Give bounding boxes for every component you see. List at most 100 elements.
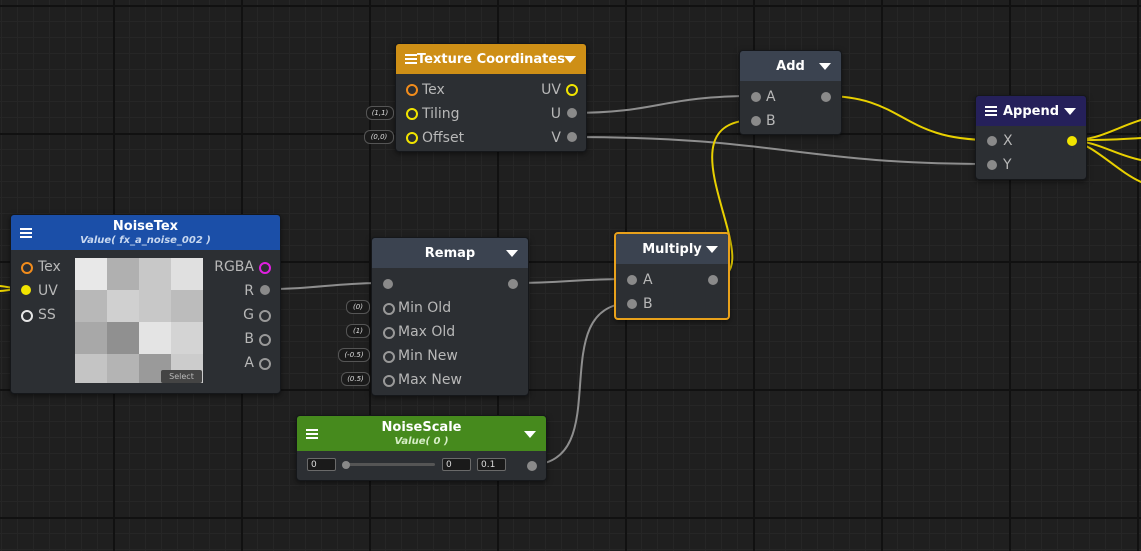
port-b[interactable] bbox=[751, 116, 761, 126]
port-label: UV bbox=[38, 283, 58, 299]
port-label: G bbox=[243, 307, 254, 323]
min-new-value-pill[interactable]: (-0.5) bbox=[338, 348, 370, 362]
port-label: V bbox=[551, 130, 561, 146]
preview-cell bbox=[171, 258, 203, 290]
port-label: Min New bbox=[398, 348, 458, 364]
value-field[interactable]: 0 bbox=[307, 458, 336, 471]
min-old-value-pill[interactable]: (0) bbox=[346, 300, 370, 314]
node-append[interactable]: Append X Y bbox=[975, 95, 1087, 180]
slider-handle[interactable] bbox=[342, 461, 350, 469]
chevron-down-icon[interactable] bbox=[819, 63, 831, 70]
port-label: Min Old bbox=[398, 300, 452, 316]
port-ss[interactable] bbox=[21, 310, 33, 322]
port-b-out[interactable] bbox=[259, 334, 271, 346]
port-offset[interactable] bbox=[406, 132, 418, 144]
port-a-out[interactable] bbox=[259, 358, 271, 370]
port-g-out[interactable] bbox=[259, 310, 271, 322]
port-label: SS bbox=[38, 307, 56, 323]
offset-value-pill[interactable]: (0,0) bbox=[364, 130, 394, 144]
chevron-down-icon[interactable] bbox=[506, 250, 518, 257]
port-b[interactable] bbox=[627, 299, 637, 309]
chevron-down-icon[interactable] bbox=[564, 56, 576, 63]
select-button[interactable]: Select bbox=[161, 370, 202, 383]
preview-cell bbox=[75, 322, 107, 354]
preview-cell bbox=[171, 322, 203, 354]
node-title: Texture Coordinates bbox=[417, 51, 565, 67]
port-label: Tex bbox=[422, 82, 445, 98]
port-out[interactable] bbox=[527, 461, 537, 471]
port-label: Offset bbox=[422, 130, 465, 146]
preview-cell bbox=[171, 290, 203, 322]
preview-cell bbox=[139, 258, 171, 290]
port-min-old[interactable] bbox=[383, 303, 395, 315]
node-add[interactable]: Add A B bbox=[739, 50, 842, 135]
chevron-down-icon[interactable] bbox=[706, 246, 718, 253]
max-new-value-pill[interactable]: (0.5) bbox=[341, 372, 370, 386]
node-header[interactable]: Add bbox=[740, 51, 841, 81]
port-label: Y bbox=[1003, 157, 1012, 173]
port-value-in[interactable] bbox=[383, 279, 393, 289]
preview-cell bbox=[139, 290, 171, 322]
port-r-out[interactable] bbox=[260, 285, 270, 295]
port-y[interactable] bbox=[987, 160, 997, 170]
port-u-out[interactable] bbox=[567, 108, 577, 118]
node-noisescale[interactable]: NoiseScale Value( 0 ) 0 0 0.1 bbox=[296, 415, 547, 481]
node-header[interactable]: Multiply bbox=[616, 234, 728, 264]
port-label: U bbox=[550, 106, 561, 122]
preview-cell bbox=[139, 322, 171, 354]
slider-track[interactable] bbox=[343, 463, 435, 466]
port-out[interactable] bbox=[821, 92, 831, 102]
port-out[interactable] bbox=[708, 275, 718, 285]
port-a[interactable] bbox=[751, 92, 761, 102]
port-out[interactable] bbox=[1067, 136, 1077, 146]
max-old-value-pill[interactable]: (1) bbox=[346, 324, 370, 338]
max-field[interactable]: 0.1 bbox=[477, 458, 506, 471]
node-header[interactable]: Texture Coordinates bbox=[396, 44, 586, 74]
node-header[interactable]: Append bbox=[976, 96, 1086, 126]
menu-icon[interactable] bbox=[20, 227, 32, 238]
port-label: B bbox=[244, 331, 254, 347]
preview-cell bbox=[107, 258, 139, 290]
node-subtitle: Value( 0 ) bbox=[394, 436, 449, 447]
port-tex[interactable] bbox=[406, 84, 418, 96]
min-field[interactable]: 0 bbox=[442, 458, 471, 471]
preview-cell bbox=[107, 354, 139, 383]
texture-preview[interactable] bbox=[75, 258, 203, 383]
node-noisetex[interactable]: NoiseTex Value( fx_a_noise_002 ) Tex UV … bbox=[10, 214, 281, 394]
preview-cell bbox=[75, 258, 107, 290]
port-label: A bbox=[244, 355, 254, 371]
menu-icon[interactable] bbox=[306, 428, 318, 439]
port-a[interactable] bbox=[627, 275, 637, 285]
port-max-old[interactable] bbox=[383, 327, 395, 339]
port-label: B bbox=[643, 296, 653, 312]
wire-r-to-remap bbox=[262, 282, 389, 290]
node-header[interactable]: Remap bbox=[372, 238, 528, 268]
port-label: Max Old bbox=[398, 324, 456, 340]
node-multiply[interactable]: Multiply A B bbox=[614, 232, 730, 320]
port-rgba-out[interactable] bbox=[259, 262, 271, 274]
port-uv-out[interactable] bbox=[566, 84, 578, 96]
port-label: A bbox=[643, 272, 653, 288]
port-out[interactable] bbox=[508, 279, 518, 289]
wire-add-to-append-x bbox=[824, 95, 991, 141]
port-label: Tex bbox=[38, 259, 61, 275]
port-max-new[interactable] bbox=[383, 375, 395, 387]
chevron-down-icon[interactable] bbox=[524, 430, 536, 438]
port-label: R bbox=[244, 283, 254, 299]
node-texture-coordinates[interactable]: Texture Coordinates Tex Tiling Offset UV… bbox=[395, 43, 587, 152]
port-x[interactable] bbox=[987, 136, 997, 146]
node-header[interactable]: NoiseTex Value( fx_a_noise_002 ) bbox=[11, 215, 280, 250]
node-header[interactable]: NoiseScale Value( 0 ) bbox=[297, 416, 546, 451]
node-remap[interactable]: Remap Min Old Max Old Min New Max New bbox=[371, 237, 529, 396]
port-tex[interactable] bbox=[21, 262, 33, 274]
port-tiling[interactable] bbox=[406, 108, 418, 120]
port-label: X bbox=[1003, 133, 1013, 149]
chevron-down-icon[interactable] bbox=[1064, 108, 1076, 115]
preview-cell bbox=[75, 290, 107, 322]
node-subtitle: Value( fx_a_noise_002 ) bbox=[80, 235, 211, 246]
port-min-new[interactable] bbox=[383, 351, 395, 363]
port-uv[interactable] bbox=[21, 285, 31, 295]
tiling-value-pill[interactable]: (1,1) bbox=[366, 106, 394, 120]
node-title: Remap bbox=[424, 245, 476, 261]
port-v-out[interactable] bbox=[567, 132, 577, 142]
